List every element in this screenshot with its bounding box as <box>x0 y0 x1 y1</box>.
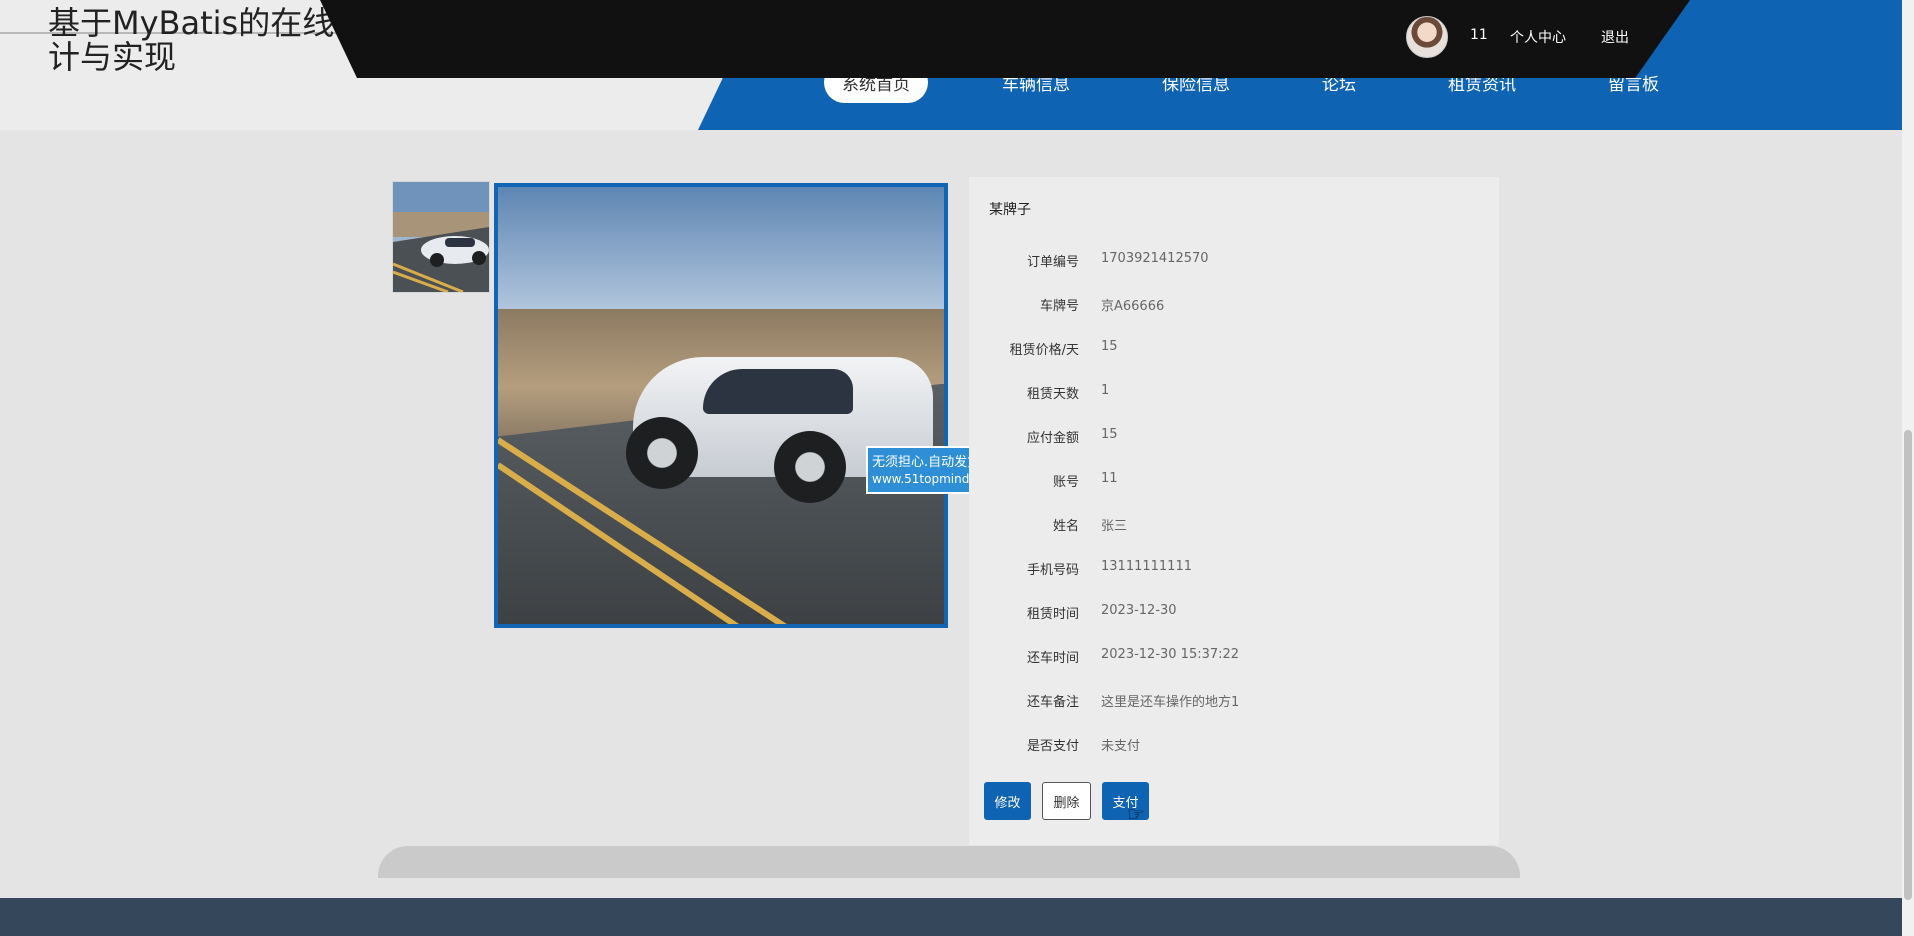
detail-value: 13111111111 <box>1101 559 1192 574</box>
detail-label: 应付金额 <box>1026 431 1079 446</box>
detail-value: 京A66666 <box>1101 299 1165 314</box>
detail-row-phone: 手机号码 13111111111 <box>969 559 1499 579</box>
detail-row-paid: 是否支付 未支付 <box>969 735 1499 755</box>
detail-value: 15 <box>1101 427 1118 442</box>
detail-row-return-note: 还车备注 这里是还车操作的地方1 <box>969 691 1499 711</box>
site-title: 基于MyBatis的在线 计与实现 <box>48 6 334 74</box>
car-thumbnail[interactable] <box>392 181 490 293</box>
detail-row-account: 账号 11 <box>969 471 1499 491</box>
delete-button[interactable]: 删除 <box>1042 782 1091 820</box>
detail-panel: 某牌子 订单编号 1703921412570 车牌号 京A66666 租赁价格/… <box>969 177 1499 845</box>
detail-label: 还车时间 <box>1026 651 1079 666</box>
detail-label: 租赁天数 <box>1026 387 1079 402</box>
detail-row-name: 姓名 张三 <box>969 515 1499 535</box>
detail-label: 车牌号 <box>1039 299 1079 314</box>
content-bottom-shadow <box>378 846 1520 878</box>
detail-label: 账号 <box>1052 475 1079 490</box>
detail-value: 2023-12-30 15:37:22 <box>1101 647 1240 662</box>
detail-row-rent-time: 租赁时间 2023-12-30 <box>969 603 1499 623</box>
detail-row-plate: 车牌号 京A66666 <box>969 295 1499 315</box>
detail-value: 这里是还车操作的地方1 <box>1101 695 1240 710</box>
page-scrollbar[interactable] <box>1902 0 1914 936</box>
scrollbar-thumb[interactable] <box>1904 430 1912 900</box>
detail-label: 姓名 <box>1052 519 1079 534</box>
car-thumbnail-image <box>393 182 489 292</box>
detail-value: 2023-12-30 <box>1101 603 1177 618</box>
detail-value: 张三 <box>1101 519 1128 534</box>
detail-label: 手机号码 <box>1026 563 1079 578</box>
car-main-image <box>494 183 948 628</box>
site-title-line2: 计与实现 <box>48 38 177 76</box>
detail-row-amount: 应付金额 15 <box>969 427 1499 447</box>
edit-button[interactable]: 修改 <box>984 782 1031 820</box>
brand-name: 某牌子 <box>989 202 1031 218</box>
photo-car-window <box>703 369 853 414</box>
detail-label: 订单编号 <box>1026 255 1079 270</box>
mouse-cursor-icon: ☞ <box>1127 802 1145 826</box>
detail-row-price: 租赁价格/天 15 <box>969 339 1499 359</box>
detail-row-days: 租赁天数 1 <box>969 383 1499 403</box>
avatar[interactable] <box>1406 16 1448 58</box>
logout-link[interactable]: 退出 <box>1601 27 1629 47</box>
detail-row-return-time: 还车时间 2023-12-30 15:37:22 <box>969 647 1499 667</box>
photo-car-wheel <box>774 431 846 503</box>
detail-value: 15 <box>1101 339 1118 354</box>
detail-value: 11 <box>1101 471 1118 486</box>
site-title-line1: 基于MyBatis的在线 <box>48 4 335 42</box>
detail-label: 是否支付 <box>1026 739 1079 754</box>
detail-row-order-number: 订单编号 1703921412570 <box>969 251 1499 271</box>
detail-label: 还车备注 <box>1026 695 1079 710</box>
photo-car-wheel <box>626 417 698 489</box>
detail-label: 租赁价格/天 <box>1009 343 1079 358</box>
user-name: 11 <box>1470 27 1488 43</box>
footer <box>0 898 1902 936</box>
detail-label: 租赁时间 <box>1026 607 1079 622</box>
detail-value: 1 <box>1101 383 1110 398</box>
detail-value: 未支付 <box>1101 739 1141 754</box>
detail-value: 1703921412570 <box>1101 251 1209 266</box>
user-center-link[interactable]: 个人中心 <box>1510 27 1566 47</box>
